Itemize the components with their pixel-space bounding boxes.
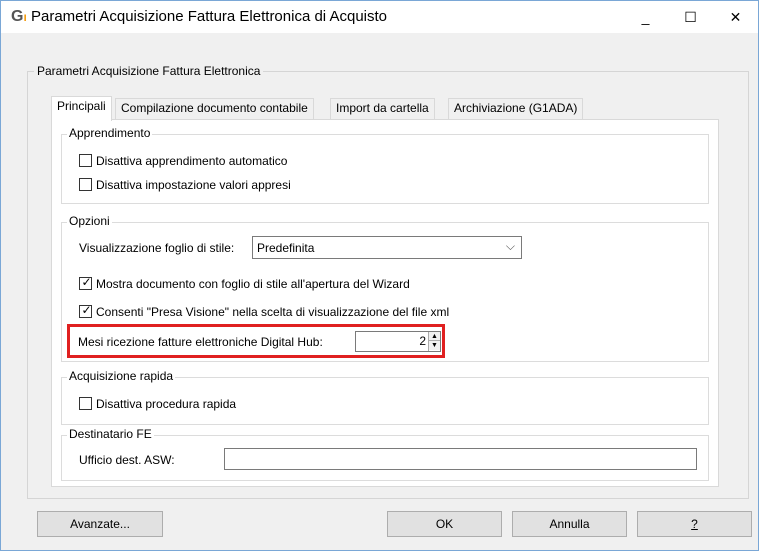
app-logo-icon: Gı <box>11 8 27 25</box>
chevron-down-icon[interactable]: ⌵ <box>506 239 515 254</box>
maximize-button[interactable]: ☐ <box>668 1 713 33</box>
spin-up-icon[interactable]: ▲ <box>429 332 440 341</box>
stylesheet-select[interactable]: Predefinita ⌵ <box>252 236 522 259</box>
help-button[interactable]: ? <box>637 511 752 537</box>
checkbox-label: Consenti "Presa Visione" nella scelta di… <box>96 305 450 319</box>
window-title: Parametri Acquisizione Fattura Elettroni… <box>31 8 388 25</box>
spin-down-icon[interactable]: ▼ <box>429 341 440 350</box>
apprendimento-group <box>61 134 709 204</box>
dialog-window: Gı Parametri Acquisizione Fattura Elettr… <box>0 0 759 551</box>
ok-button[interactable]: OK <box>387 511 502 537</box>
allow-presa-visione-checkbox[interactable]: ✓ Consenti "Presa Visione" nella scelta … <box>79 303 529 320</box>
title-bar: Gı Parametri Acquisizione Fattura Elettr… <box>1 1 758 33</box>
advanced-button[interactable]: Avanzate... <box>37 511 163 537</box>
checkbox-label: Mostra documento con foglio di stile all… <box>96 277 410 291</box>
checkmark-icon: ✓ <box>81 303 92 317</box>
show-stylesheet-on-open-checkbox[interactable]: ✓ Mostra documento con foglio di stile a… <box>79 275 499 292</box>
minimize-button[interactable]: _ <box>623 1 668 33</box>
opzioni-legend: Opzioni <box>67 214 112 228</box>
checkbox-label: Disattiva procedura rapida <box>96 397 237 411</box>
tab-import-cartella[interactable]: Import da cartella <box>330 98 435 119</box>
months-spinner[interactable]: 2 ▲ ▼ <box>355 331 441 352</box>
months-label: Mesi ricezione fatture elettroniche Digi… <box>78 335 323 349</box>
acquisizione-legend: Acquisizione rapida <box>67 369 176 383</box>
stylesheet-value: Predefinita <box>257 241 315 255</box>
tab-archiviazione[interactable]: Archiviazione (G1ADA) <box>448 98 584 119</box>
office-input[interactable] <box>224 448 697 470</box>
disable-quick-procedure-checkbox[interactable]: Disattiva procedura rapida <box>79 396 379 412</box>
checkbox-box[interactable]: ✓ <box>79 303 92 318</box>
stylesheet-label: Visualizzazione foglio di stile: <box>79 241 235 255</box>
office-label: Ufficio dest. ASW: <box>79 453 175 467</box>
main-group-legend: Parametri Acquisizione Fattura Elettroni… <box>34 64 264 78</box>
tab-compilazione[interactable]: Compilazione documento contabile <box>115 98 314 119</box>
close-button[interactable]: ✕ <box>713 1 758 33</box>
tab-principali[interactable]: Principali <box>51 96 112 121</box>
checkbox-box[interactable] <box>79 154 92 167</box>
checkmark-icon: ✓ <box>81 275 92 289</box>
apprendimento-legend: Apprendimento <box>67 126 153 140</box>
checkbox-label: Disattiva apprendimento automatico <box>96 154 288 168</box>
spinner-buttons: ▲ ▼ <box>428 332 440 351</box>
checkbox-box[interactable]: ✓ <box>79 275 92 290</box>
checkbox-label: Disattiva impostazione valori appresi <box>96 178 291 192</box>
disable-auto-learning-checkbox[interactable]: Disattiva apprendimento automatico <box>79 153 379 169</box>
cancel-button[interactable]: Annulla <box>512 511 627 537</box>
destinatario-legend: Destinatario FE <box>67 427 154 441</box>
months-value[interactable]: 2 <box>419 334 426 348</box>
checkbox-box[interactable] <box>79 178 92 191</box>
disable-learned-values-checkbox[interactable]: Disattiva impostazione valori appresi <box>79 177 379 193</box>
checkbox-box[interactable] <box>79 397 92 410</box>
